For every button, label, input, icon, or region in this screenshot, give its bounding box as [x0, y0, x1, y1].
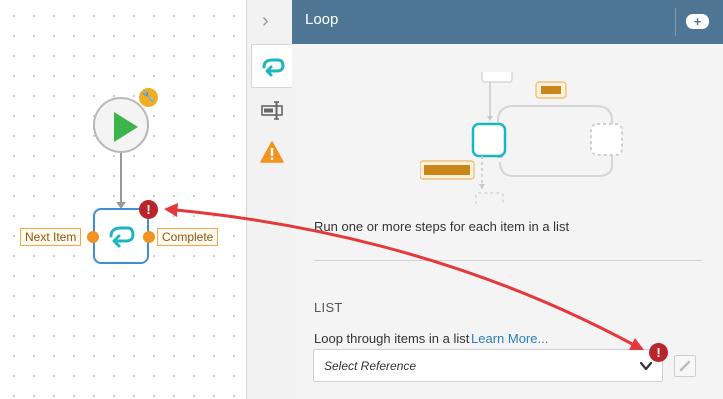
chevron-down-icon — [639, 361, 653, 371]
loop-field-label: Loop through items in a list — [314, 331, 470, 346]
properties-icon-rail: › — [247, 0, 292, 399]
wrench-icon[interactable]: 🔧 — [139, 88, 158, 107]
loop-error-badge[interactable]: ! — [139, 200, 158, 219]
panel-header: Loop + — [292, 0, 723, 44]
next-item-port[interactable] — [87, 231, 99, 243]
panel-title: Loop — [305, 11, 339, 28]
edit-reference-button[interactable] — [674, 355, 696, 377]
loop-icon — [262, 58, 285, 77]
properties-panel: Loop + Run one or more steps for each it… — [292, 0, 723, 399]
loop-illustration — [420, 72, 623, 204]
select-value: Select Reference — [324, 359, 417, 373]
select-error-badge[interactable]: ! — [649, 343, 668, 362]
next-item-label: Next Item — [20, 228, 82, 246]
section-divider — [314, 260, 702, 261]
list-section-title: LIST — [314, 300, 343, 315]
tab-loop[interactable] — [251, 44, 292, 88]
tab-warnings[interactable] — [251, 132, 292, 176]
select-reference-dropdown[interactable]: Select Reference — [313, 349, 663, 382]
connector-line — [120, 153, 122, 203]
collapse-chevron-icon[interactable]: › — [262, 10, 269, 33]
complete-label: Complete — [157, 228, 219, 246]
pencil-icon — [679, 360, 691, 372]
loop-node[interactable] — [93, 208, 149, 264]
loop-icon — [109, 226, 135, 248]
start-node[interactable] — [93, 97, 149, 153]
warning-icon — [260, 141, 284, 163]
header-separator — [675, 8, 676, 36]
flow-canvas[interactable]: 🔧 ! Next Item Complete — [0, 0, 246, 399]
learn-more-link[interactable]: Learn More... — [471, 331, 548, 346]
panel-description: Run one or more steps for each item in a… — [314, 219, 570, 234]
tab-text-input[interactable] — [251, 88, 292, 132]
complete-port[interactable] — [143, 231, 155, 243]
text-cursor-icon — [261, 101, 283, 120]
play-icon — [114, 112, 138, 142]
add-step-button[interactable]: + — [686, 14, 709, 29]
